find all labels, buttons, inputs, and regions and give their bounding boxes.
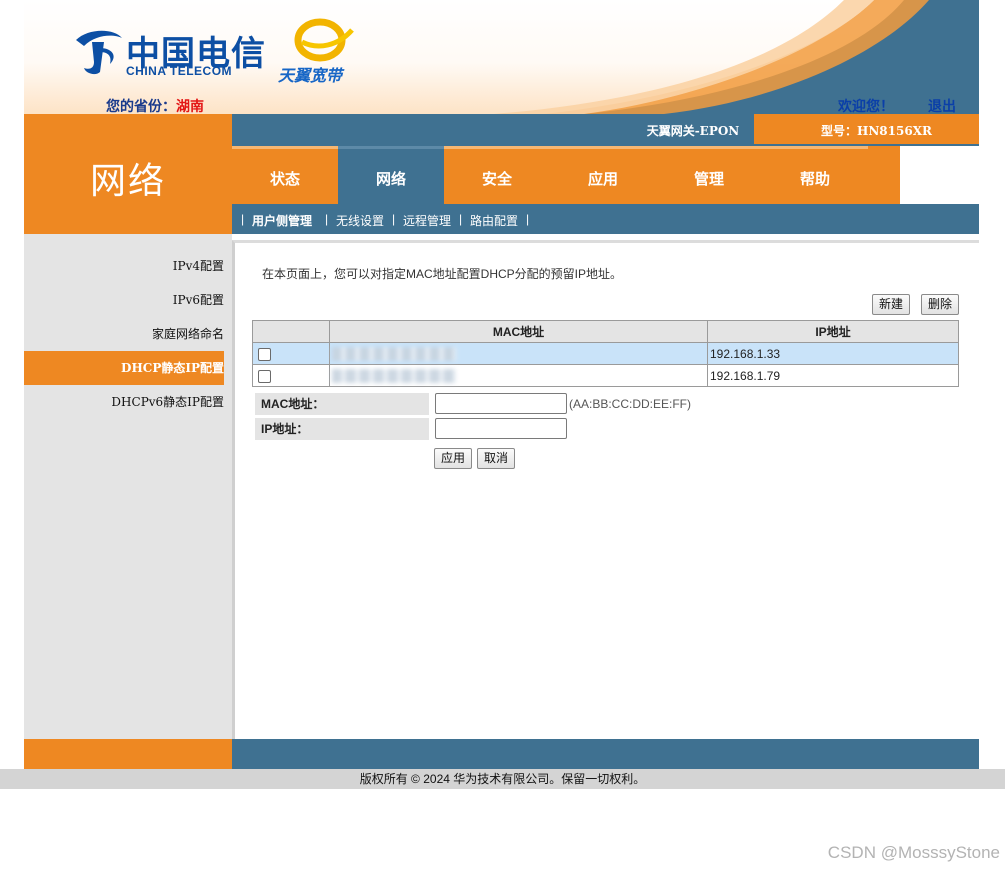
table-cell-select (252, 342, 330, 365)
sidebar-item-label: DHCP静态IP配置 (121, 361, 224, 375)
row-checkbox[interactable] (258, 369, 271, 383)
tab-security[interactable]: 安全 (444, 146, 550, 204)
ip-field-label: IP地址： (255, 418, 429, 440)
table-header-select (252, 320, 330, 343)
sidebar-item-dhcpv6-static-ip[interactable]: DHCPv6静态IP配置 (24, 385, 224, 419)
subnav-separator: | (392, 212, 396, 226)
table-header-mac: MAC地址 (329, 320, 708, 343)
sidebar-item-ipv6[interactable]: IPv6配置 (24, 283, 224, 317)
welcome-text: 欢迎您！ (838, 99, 894, 114)
sidebar-item-label: IPv6配置 (172, 293, 224, 307)
subnav-separator: | (325, 212, 329, 226)
subnav-item-routing[interactable]: 路由配置 (470, 212, 518, 229)
model-box: 型号：HN8156XR (754, 114, 979, 144)
nav-filler (900, 146, 979, 204)
sidebar-item-label: IPv4配置 (172, 259, 224, 273)
sub-nav: | 用户侧管理 | 无线设置 | 远程管理 | 路由配置 | (232, 204, 979, 234)
device-info-strip: 天翼网关-EPON 型号：HN8156XR (232, 114, 979, 146)
sidebar-item-home-network-name[interactable]: 家庭网络命名 (24, 317, 224, 351)
table-cell-select (252, 364, 330, 387)
logout-link[interactable]: 退出 (928, 96, 956, 114)
sidebar-item-label: DHCPv6静态IP配置 (111, 395, 224, 409)
delete-button[interactable]: 删除 (921, 294, 960, 315)
tianyi-broadband-logo-text: 天翼宽带 (278, 66, 343, 85)
mac-field-label: MAC地址： (255, 393, 429, 415)
model-label: 型号：HN8156XR (821, 124, 932, 138)
table-cell-mac (329, 342, 708, 365)
cancel-button[interactable]: 取消 (477, 448, 516, 469)
subnav-item-wireless[interactable]: 无线设置 (336, 212, 384, 229)
table-header-row: MAC地址 IP地址 (252, 320, 959, 343)
new-button[interactable]: 新建 (872, 294, 911, 315)
mac-address-redacted (332, 346, 456, 361)
tab-management[interactable]: 管理 (656, 146, 762, 204)
subnav-separator: | (526, 212, 530, 226)
mac-format-hint: (AA:BB:CC:DD:EE:FF) (569, 397, 692, 411)
sidebar-item-label: 家庭网络命名 (151, 327, 224, 341)
main-nav: 状态 网络 安全 应用 管理 帮助 (232, 146, 979, 204)
mac-address-input[interactable] (435, 393, 567, 414)
device-name: 天翼网关-EPON (646, 124, 740, 138)
static-ip-table: MAC地址 IP地址 192.168.1.33 192.168.1.79 (252, 320, 959, 387)
china-telecom-logo-english: CHINA TELECOM (126, 64, 233, 78)
tab-network[interactable]: 网络 (338, 146, 444, 204)
footer-left-bar (24, 739, 232, 769)
china-telecom-logo-icon (76, 30, 122, 75)
province-value: 湖南 (176, 99, 204, 114)
subnav-item-lan-management[interactable]: 用户侧管理 (252, 212, 312, 229)
tab-help[interactable]: 帮助 (762, 146, 868, 204)
mac-address-redacted (332, 368, 456, 383)
ip-address-input[interactable] (435, 418, 567, 439)
subnav-separator: | (241, 212, 245, 226)
table-row[interactable]: 192.168.1.79 (252, 364, 959, 387)
section-title: 网络 (89, 161, 166, 202)
table-cell-ip: 192.168.1.33 (707, 342, 959, 365)
csdn-watermark: CSDN @MosssyStone (827, 843, 1000, 862)
table-cell-mac (329, 364, 708, 387)
row-checkbox[interactable] (258, 347, 271, 361)
copyright-text: 版权所有 © 2024 华为技术有限公司。保留一切权利。 (359, 772, 646, 786)
footer-right-bar (232, 739, 979, 769)
table-header-ip: IP地址 (707, 320, 959, 343)
copyright-bar: 版权所有 © 2024 华为技术有限公司。保留一切权利。 (0, 769, 1005, 789)
sidebar-item-ipv4[interactable]: IPv4配置 (24, 249, 224, 283)
main-content: 在本页面上，您可以对指定MAC地址配置DHCP分配的预留IP地址。 新建 删除 … (232, 240, 979, 739)
province-label: 您的省份： (106, 99, 176, 114)
subnav-separator: | (459, 212, 463, 226)
province-indicator: 您的省份：湖南 (106, 96, 204, 114)
tab-status[interactable]: 状态 (232, 146, 338, 204)
table-cell-ip: 192.168.1.79 (707, 364, 959, 387)
apply-button[interactable]: 应用 (434, 448, 473, 469)
table-row[interactable]: 192.168.1.33 (252, 342, 959, 365)
sidebar-item-dhcp-static-ip[interactable]: DHCP静态IP配置 (24, 351, 224, 385)
header-banner: 中国电信 CHINA TELECOM 天翼宽带 您的省份：湖南 欢迎您！ 退出 (24, 0, 979, 114)
section-title-block: 网络 (24, 114, 232, 234)
tianyi-broadband-logo-icon (294, 18, 354, 62)
tab-application[interactable]: 应用 (550, 146, 656, 204)
page-description: 在本页面上，您可以对指定MAC地址配置DHCP分配的预留IP地址。 (262, 267, 623, 281)
subnav-item-remote-management[interactable]: 远程管理 (403, 212, 451, 229)
sidebar: IPv4配置 IPv6配置 家庭网络命名 DHCP静态IP配置 DHCPv6静态… (24, 234, 232, 739)
